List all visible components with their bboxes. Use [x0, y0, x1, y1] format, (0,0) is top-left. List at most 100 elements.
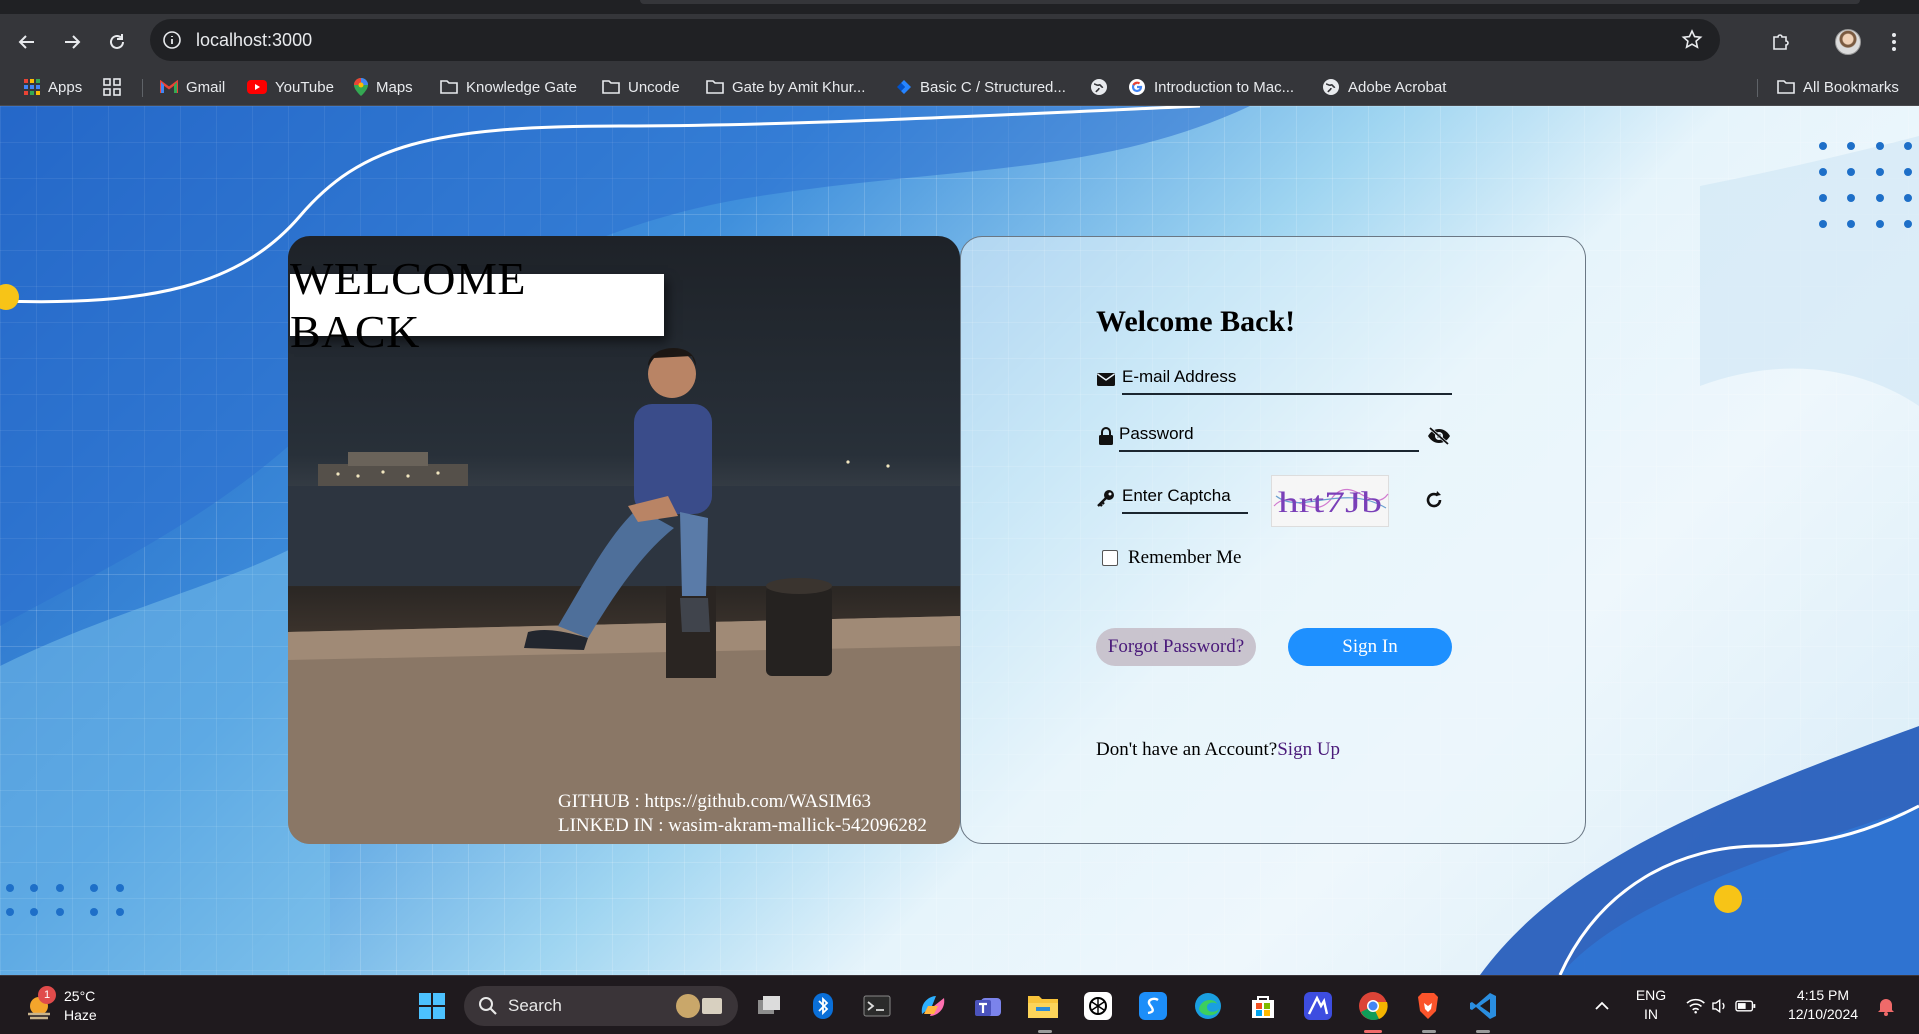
refresh-captcha-icon[interactable]: [1423, 489, 1445, 511]
sign-in-button[interactable]: Sign In: [1288, 628, 1452, 666]
file-explorer-app[interactable]: [1023, 986, 1063, 1026]
login-form-card: Welcome Back! hrt7Jb Remember Me: [960, 236, 1586, 844]
teams-app[interactable]: [968, 986, 1008, 1026]
sign-up-link[interactable]: Sign Up: [1277, 739, 1340, 760]
chrome-app[interactable]: [1353, 986, 1393, 1026]
weather-badge: 1: [38, 986, 56, 1004]
taskbar-search[interactable]: Search: [464, 986, 738, 1026]
no-account-text: Don't have an Account?: [1096, 739, 1278, 760]
notifications-button[interactable]: [1868, 986, 1904, 1026]
bookmark-knowledge-gate[interactable]: Knowledge Gate: [440, 77, 577, 97]
terminal-icon: [863, 995, 891, 1017]
bookmark-maps[interactable]: Maps: [354, 77, 413, 97]
key-icon: [1097, 490, 1114, 507]
bookmark-label: Gmail: [186, 78, 226, 96]
jira-icon: [897, 80, 911, 94]
chatgpt-app[interactable]: [1078, 986, 1118, 1026]
folder-icon: [602, 80, 620, 94]
address-bar[interactable]: localhost:3000: [150, 19, 1720, 61]
site-info-icon[interactable]: [162, 30, 182, 50]
edge-app[interactable]: [1188, 986, 1228, 1026]
active-indicator: [1364, 1030, 1382, 1033]
menu-button[interactable]: [1878, 26, 1910, 58]
windows-taskbar: 1 25°C Haze Search ENG IN 4:15 PM 12/10/…: [0, 975, 1919, 1034]
gmail-icon: [160, 80, 178, 93]
language-indicator[interactable]: ENG IN: [1626, 986, 1676, 1024]
profile-button[interactable]: [1832, 26, 1864, 58]
app-s-icon: [1139, 992, 1167, 1020]
clock[interactable]: 4:15 PM 12/10/2024: [1778, 986, 1868, 1024]
start-button[interactable]: [412, 986, 452, 1026]
vscode-app[interactable]: [1463, 986, 1503, 1026]
bookmark-separator: [1757, 79, 1758, 97]
tab-grid-icon: [103, 78, 121, 96]
bell-icon: [1878, 999, 1894, 1016]
reload-icon: [110, 34, 124, 49]
remember-checkbox[interactable]: [1102, 550, 1118, 566]
bookmark-gmail[interactable]: Gmail: [160, 77, 225, 97]
system-tray-status[interactable]: [1686, 986, 1756, 1026]
windows-logo-icon: [419, 993, 445, 1019]
language-line-2: IN: [1644, 1006, 1658, 1022]
teams-icon: [975, 998, 1001, 1016]
back-button[interactable]: [11, 26, 43, 58]
remember-me[interactable]: Remember Me: [1102, 547, 1241, 569]
bookmark-youtube[interactable]: YouTube: [247, 77, 334, 97]
bookmark-adobe[interactable]: Adobe Acrobat: [1322, 77, 1446, 97]
app-blue-s[interactable]: [1133, 986, 1173, 1026]
bookmark-gate-amit[interactable]: Gate by Amit Khur...: [706, 77, 865, 97]
all-bookmarks[interactable]: All Bookmarks: [1777, 77, 1899, 97]
welcome-banner: WELCOME BACK: [290, 253, 664, 357]
chrome-icon: [1359, 992, 1388, 1021]
extensions-button[interactable]: [1765, 26, 1797, 58]
github-link-text: GITHUB : https://github.com/WASIM63: [558, 791, 871, 812]
profile-links: GITHUB : https://github.com/WASIM63 LINK…: [558, 790, 927, 838]
back-arrow-icon: [18, 35, 34, 49]
bookmark-intro-mac[interactable]: Introduction to Mac...: [1128, 77, 1294, 97]
running-indicator: [1422, 1030, 1436, 1033]
bookmark-basic-c[interactable]: Basic C / Structured...: [896, 77, 1066, 97]
search-highlight-icon: [676, 994, 722, 1018]
active-tab[interactable]: [640, 0, 1860, 4]
copilot-app[interactable]: [913, 986, 953, 1026]
app-ai[interactable]: [1298, 986, 1338, 1026]
show-hidden-icons[interactable]: [1582, 986, 1622, 1026]
captcha-input[interactable]: [1122, 480, 1248, 514]
reload-button[interactable]: [101, 26, 133, 58]
store-app[interactable]: [1243, 986, 1283, 1026]
weather-condition: Haze: [64, 1007, 97, 1023]
linkedin-link-text: LINKED IN : wasim-akram-mallick-54209628…: [558, 815, 927, 836]
bookmark-apps[interactable]: Apps: [24, 77, 82, 97]
chatgpt-icon: [1084, 992, 1112, 1020]
tab-groups-button[interactable]: [103, 77, 121, 97]
bookmark-label: Basic C / Structured...: [920, 78, 1066, 96]
email-field-group: [1096, 361, 1452, 395]
bookmark-globe[interactable]: [1090, 77, 1108, 97]
forward-button[interactable]: [56, 26, 88, 58]
task-view-button[interactable]: [749, 986, 789, 1026]
brave-app[interactable]: [1408, 986, 1448, 1026]
edge-icon: [1195, 993, 1221, 1019]
password-input[interactable]: [1119, 418, 1419, 452]
puzzle-icon: [1773, 34, 1789, 50]
bookmark-star-icon[interactable]: [1680, 28, 1704, 52]
kebab-menu-icon: [1892, 33, 1896, 51]
store-icon: [1252, 996, 1274, 1018]
tab-strip: [0, 0, 1919, 14]
bookmarks-bar: Apps Gmail YouTube Maps Knowledge Gate U…: [0, 68, 1919, 106]
url-text[interactable]: localhost:3000: [196, 30, 312, 51]
forgot-password-button[interactable]: Forgot Password?: [1096, 628, 1256, 666]
signup-prompt: Don't have an Account?Sign Up: [1096, 739, 1340, 761]
weather-widget[interactable]: 1 25°C Haze: [20, 986, 110, 1026]
google-icon: [1129, 79, 1145, 95]
task-view-icon: [758, 996, 780, 1014]
terminal-app[interactable]: [857, 986, 897, 1026]
youtube-icon: [247, 80, 267, 94]
folder-app-icon: [1028, 996, 1058, 1018]
bookmark-separator: [142, 79, 143, 97]
eye-slash-icon[interactable]: [1426, 426, 1452, 446]
email-input[interactable]: [1122, 361, 1452, 395]
apps-grid-icon: [24, 79, 40, 95]
bookmark-uncode[interactable]: Uncode: [602, 77, 680, 97]
bluetooth-app[interactable]: [803, 986, 843, 1026]
